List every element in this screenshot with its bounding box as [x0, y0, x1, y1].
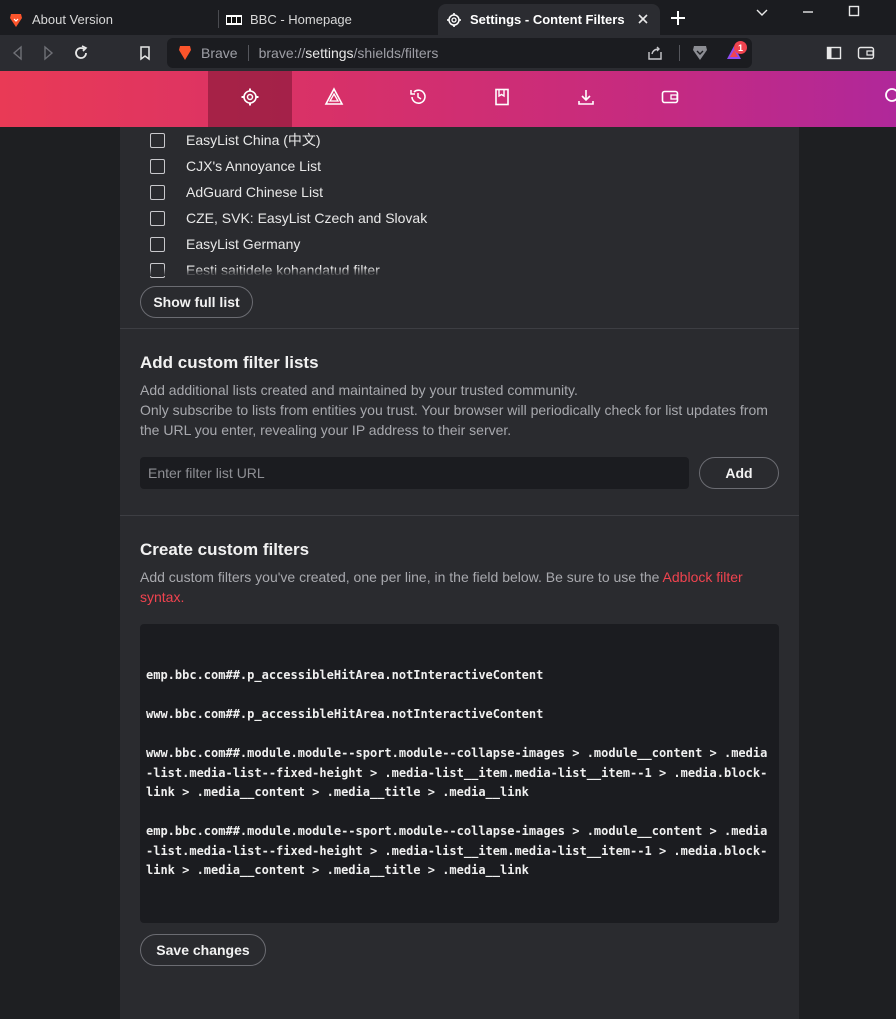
custom-filters-title: Create custom filters: [140, 540, 310, 559]
close-tab-icon[interactable]: [636, 12, 650, 26]
filter-label: CZE, SVK: EasyList Czech and Slovak: [186, 210, 428, 226]
filter-label: EasyList China (中文): [186, 132, 321, 148]
nav-settings[interactable]: [208, 71, 292, 127]
tab-title: BBC - Homepage: [250, 12, 352, 27]
tab-title: About Version: [32, 12, 113, 27]
rewards-badge: 1: [734, 41, 747, 54]
omnibox-url: brave://settings/shields/filters: [259, 45, 439, 61]
section-divider: [120, 515, 799, 516]
url-host: settings: [305, 45, 354, 61]
brave-shields-icon[interactable]: [692, 45, 708, 64]
bbc-logo-icon: [226, 12, 242, 28]
bookmarks-icon: [492, 87, 512, 112]
omnibox-brand: Brave: [201, 45, 238, 61]
filter-list-item[interactable]: AdGuard Chinese List: [150, 182, 323, 202]
filter-checkbox[interactable]: [150, 210, 165, 226]
maximize-icon[interactable]: [840, 2, 868, 22]
filter-list-item[interactable]: CZE, SVK: EasyList Czech and Slovak: [150, 208, 427, 228]
brave-shield-lion-icon: [178, 45, 192, 64]
custom-lists-desc-line2: Only subscribe to lists from entities yo…: [140, 402, 768, 438]
save-changes-button[interactable]: Save changes: [140, 934, 266, 966]
forward-icon[interactable]: [38, 43, 58, 63]
url-path: /shields/filters: [353, 45, 439, 61]
nav-history[interactable]: [376, 71, 460, 127]
omnibox-separator: [679, 45, 680, 61]
tab-separator: [218, 10, 219, 28]
search-icon: [884, 87, 896, 112]
show-full-list-button[interactable]: Show full list: [140, 286, 253, 318]
wallet-icon: [660, 87, 680, 112]
tab-strip: About Version BBC - Homepage Settings - …: [0, 0, 896, 35]
filter-list-item[interactable]: EasyList China (中文): [150, 130, 321, 150]
nav-rewards[interactable]: [292, 71, 376, 127]
list-scroll-fade: [120, 268, 799, 276]
nav-wallet[interactable]: [628, 71, 712, 127]
custom-filters-textarea[interactable]: emp.bbc.com##.p_accessibleHitArea.notInt…: [140, 624, 779, 923]
filter-rule-line: emp.bbc.com##.p_accessibleHitArea.notInt…: [146, 668, 544, 682]
filter-checkbox[interactable]: [150, 184, 165, 200]
new-tab-button[interactable]: [668, 8, 688, 28]
gear-icon: [446, 12, 462, 28]
history-icon: [408, 87, 428, 112]
add-button[interactable]: Add: [699, 457, 779, 489]
custom-lists-title: Add custom filter lists: [140, 353, 319, 372]
tab-title: Settings - Content Filters: [470, 12, 625, 27]
tab-about-version[interactable]: About Version: [8, 4, 218, 35]
filter-checkbox[interactable]: [150, 236, 165, 252]
rewards-triangle-icon: [324, 86, 344, 112]
settings-top-nav: [0, 71, 896, 127]
wallet-icon[interactable]: [856, 43, 876, 63]
custom-lists-desc-line1: Add additional lists created and maintai…: [140, 382, 578, 398]
bookmark-icon[interactable]: [135, 43, 155, 63]
filter-label: AdGuard Chinese List: [186, 184, 323, 200]
section-divider: [120, 328, 799, 329]
tab-bbc-homepage[interactable]: BBC - Homepage: [226, 4, 436, 35]
tab-search-chevron-icon[interactable]: [748, 2, 776, 22]
share-icon[interactable]: [647, 45, 663, 64]
filter-rule-line: www.bbc.com##.p_accessibleHitArea.notInt…: [146, 707, 544, 721]
nav-search[interactable]: [852, 71, 896, 127]
gear-icon: [240, 87, 260, 112]
download-icon: [576, 87, 596, 112]
custom-filters-desc-text: Add custom filters you've created, one p…: [140, 569, 663, 585]
sidebar-toggle-icon[interactable]: [824, 43, 844, 63]
minimize-icon[interactable]: [794, 2, 822, 22]
nav-bookmarks[interactable]: [460, 71, 544, 127]
custom-lists-description: Add additional lists created and maintai…: [140, 380, 780, 440]
brave-lion-icon: [8, 12, 24, 28]
filter-list-item[interactable]: EasyList Germany: [150, 234, 300, 254]
filter-list-item[interactable]: CJX's Annoyance List: [150, 156, 321, 176]
address-bar[interactable]: Brave brave://settings/shields/filters 1: [167, 38, 752, 68]
filter-label: CJX's Annoyance List: [186, 158, 321, 174]
filter-rule-line: emp.bbc.com##.module.module--sport.modul…: [146, 824, 768, 877]
back-icon[interactable]: [8, 43, 28, 63]
desc-period: .: [180, 589, 185, 605]
filter-list-url-input[interactable]: [140, 457, 689, 489]
browser-toolbar: Brave brave://settings/shields/filters 1: [0, 35, 896, 71]
content-filters-panel: EasyList China (中文) CJX's Annoyance List…: [120, 127, 799, 1019]
filter-rule-line: www.bbc.com##.module.module--sport.modul…: [146, 746, 768, 799]
tab-settings-content-filters[interactable]: Settings - Content Filters: [438, 4, 660, 35]
filter-checkbox[interactable]: [150, 132, 165, 148]
nav-downloads[interactable]: [544, 71, 628, 127]
url-prefix: brave://: [258, 45, 306, 61]
reload-icon[interactable]: [71, 43, 91, 63]
filter-checkbox[interactable]: [150, 158, 165, 174]
custom-filters-description: Add custom filters you've created, one p…: [140, 567, 780, 607]
omnibox-divider: [247, 45, 249, 61]
filter-label: EasyList Germany: [186, 236, 301, 252]
